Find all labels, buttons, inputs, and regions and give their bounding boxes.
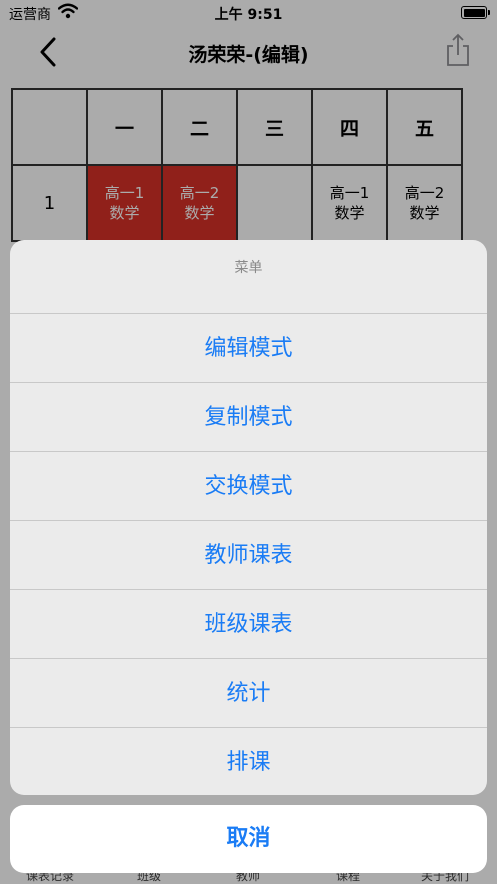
teacher-timetable-option[interactable]: 教师课表 (10, 521, 487, 590)
schedule-courses-option[interactable]: 排课 (10, 728, 487, 795)
swap-mode-option[interactable]: 交换模式 (10, 452, 487, 521)
copy-mode-option[interactable]: 复制模式 (10, 383, 487, 452)
class-timetable-option[interactable]: 班级课表 (10, 590, 487, 659)
cancel-button[interactable]: 取消 (10, 805, 487, 873)
statistics-option[interactable]: 统计 (10, 659, 487, 728)
action-sheet-title: 菜单 (10, 240, 487, 314)
action-sheet: 菜单 编辑模式 复制模式 交换模式 教师课表 班级课表 统计 排课 (10, 240, 487, 795)
edit-mode-option[interactable]: 编辑模式 (10, 314, 487, 383)
